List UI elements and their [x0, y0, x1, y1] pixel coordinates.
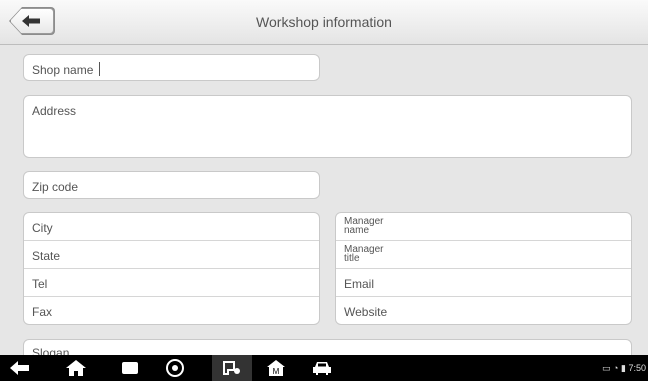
shop-name-field[interactable]: Shop name	[23, 54, 320, 81]
fax-field[interactable]: Fax	[24, 297, 319, 324]
zip-code-field[interactable]: Zip code	[23, 171, 320, 199]
clock-time: 7:50	[628, 363, 646, 373]
car-icon[interactable]	[312, 359, 332, 377]
address-label: Address	[32, 104, 77, 118]
city-field[interactable]: City	[24, 213, 319, 241]
status-area: ▭ ◔ ▮ 7:50	[602, 363, 646, 374]
text-cursor	[99, 62, 100, 76]
page-title: Workshop information	[256, 14, 392, 30]
recent-apps-icon[interactable]	[120, 359, 140, 377]
svg-text:M: M	[273, 367, 280, 376]
fax-label: Fax	[32, 305, 53, 319]
wifi-icon: ◔	[613, 363, 619, 373]
city-label: City	[32, 221, 53, 235]
email-field[interactable]: Email	[336, 269, 631, 297]
contact-group-right: Manager name Manager title Email Website	[335, 212, 632, 325]
tel-field[interactable]: Tel	[24, 269, 319, 297]
manager-title-field[interactable]: Manager title	[336, 241, 631, 269]
manager-name-field[interactable]: Manager name	[336, 213, 631, 241]
state-field[interactable]: State	[24, 241, 319, 269]
system-nav-bar: M ▭ ◔ ▮ 7:50	[0, 355, 648, 381]
manager-title-label: Manager title	[344, 244, 384, 264]
shop-name-label: Shop name	[32, 63, 94, 77]
shop-home-icon[interactable]: M	[266, 359, 286, 377]
website-field[interactable]: Website	[336, 297, 631, 324]
address-field[interactable]: Address	[23, 95, 632, 158]
website-label: Website	[344, 305, 388, 319]
form-area: Shop name Address Zip code City State Te…	[0, 45, 648, 379]
email-label: Email	[344, 277, 375, 291]
zip-code-label: Zip code	[32, 180, 79, 194]
contact-group-left: City State Tel Fax	[23, 212, 320, 325]
nav-back-icon[interactable]	[10, 359, 30, 377]
manager-name-label: Manager name	[344, 216, 384, 236]
state-label: State	[32, 249, 61, 263]
chrome-icon[interactable]	[165, 359, 185, 377]
tel-label: Tel	[32, 277, 48, 291]
message-icon: ▭	[602, 363, 611, 373]
home-icon[interactable]	[66, 359, 86, 377]
header-bar: Workshop information	[0, 0, 648, 45]
vci-connect-icon[interactable]	[212, 355, 252, 381]
back-arrow-icon	[22, 15, 40, 27]
battery-icon: ▮	[621, 363, 626, 373]
